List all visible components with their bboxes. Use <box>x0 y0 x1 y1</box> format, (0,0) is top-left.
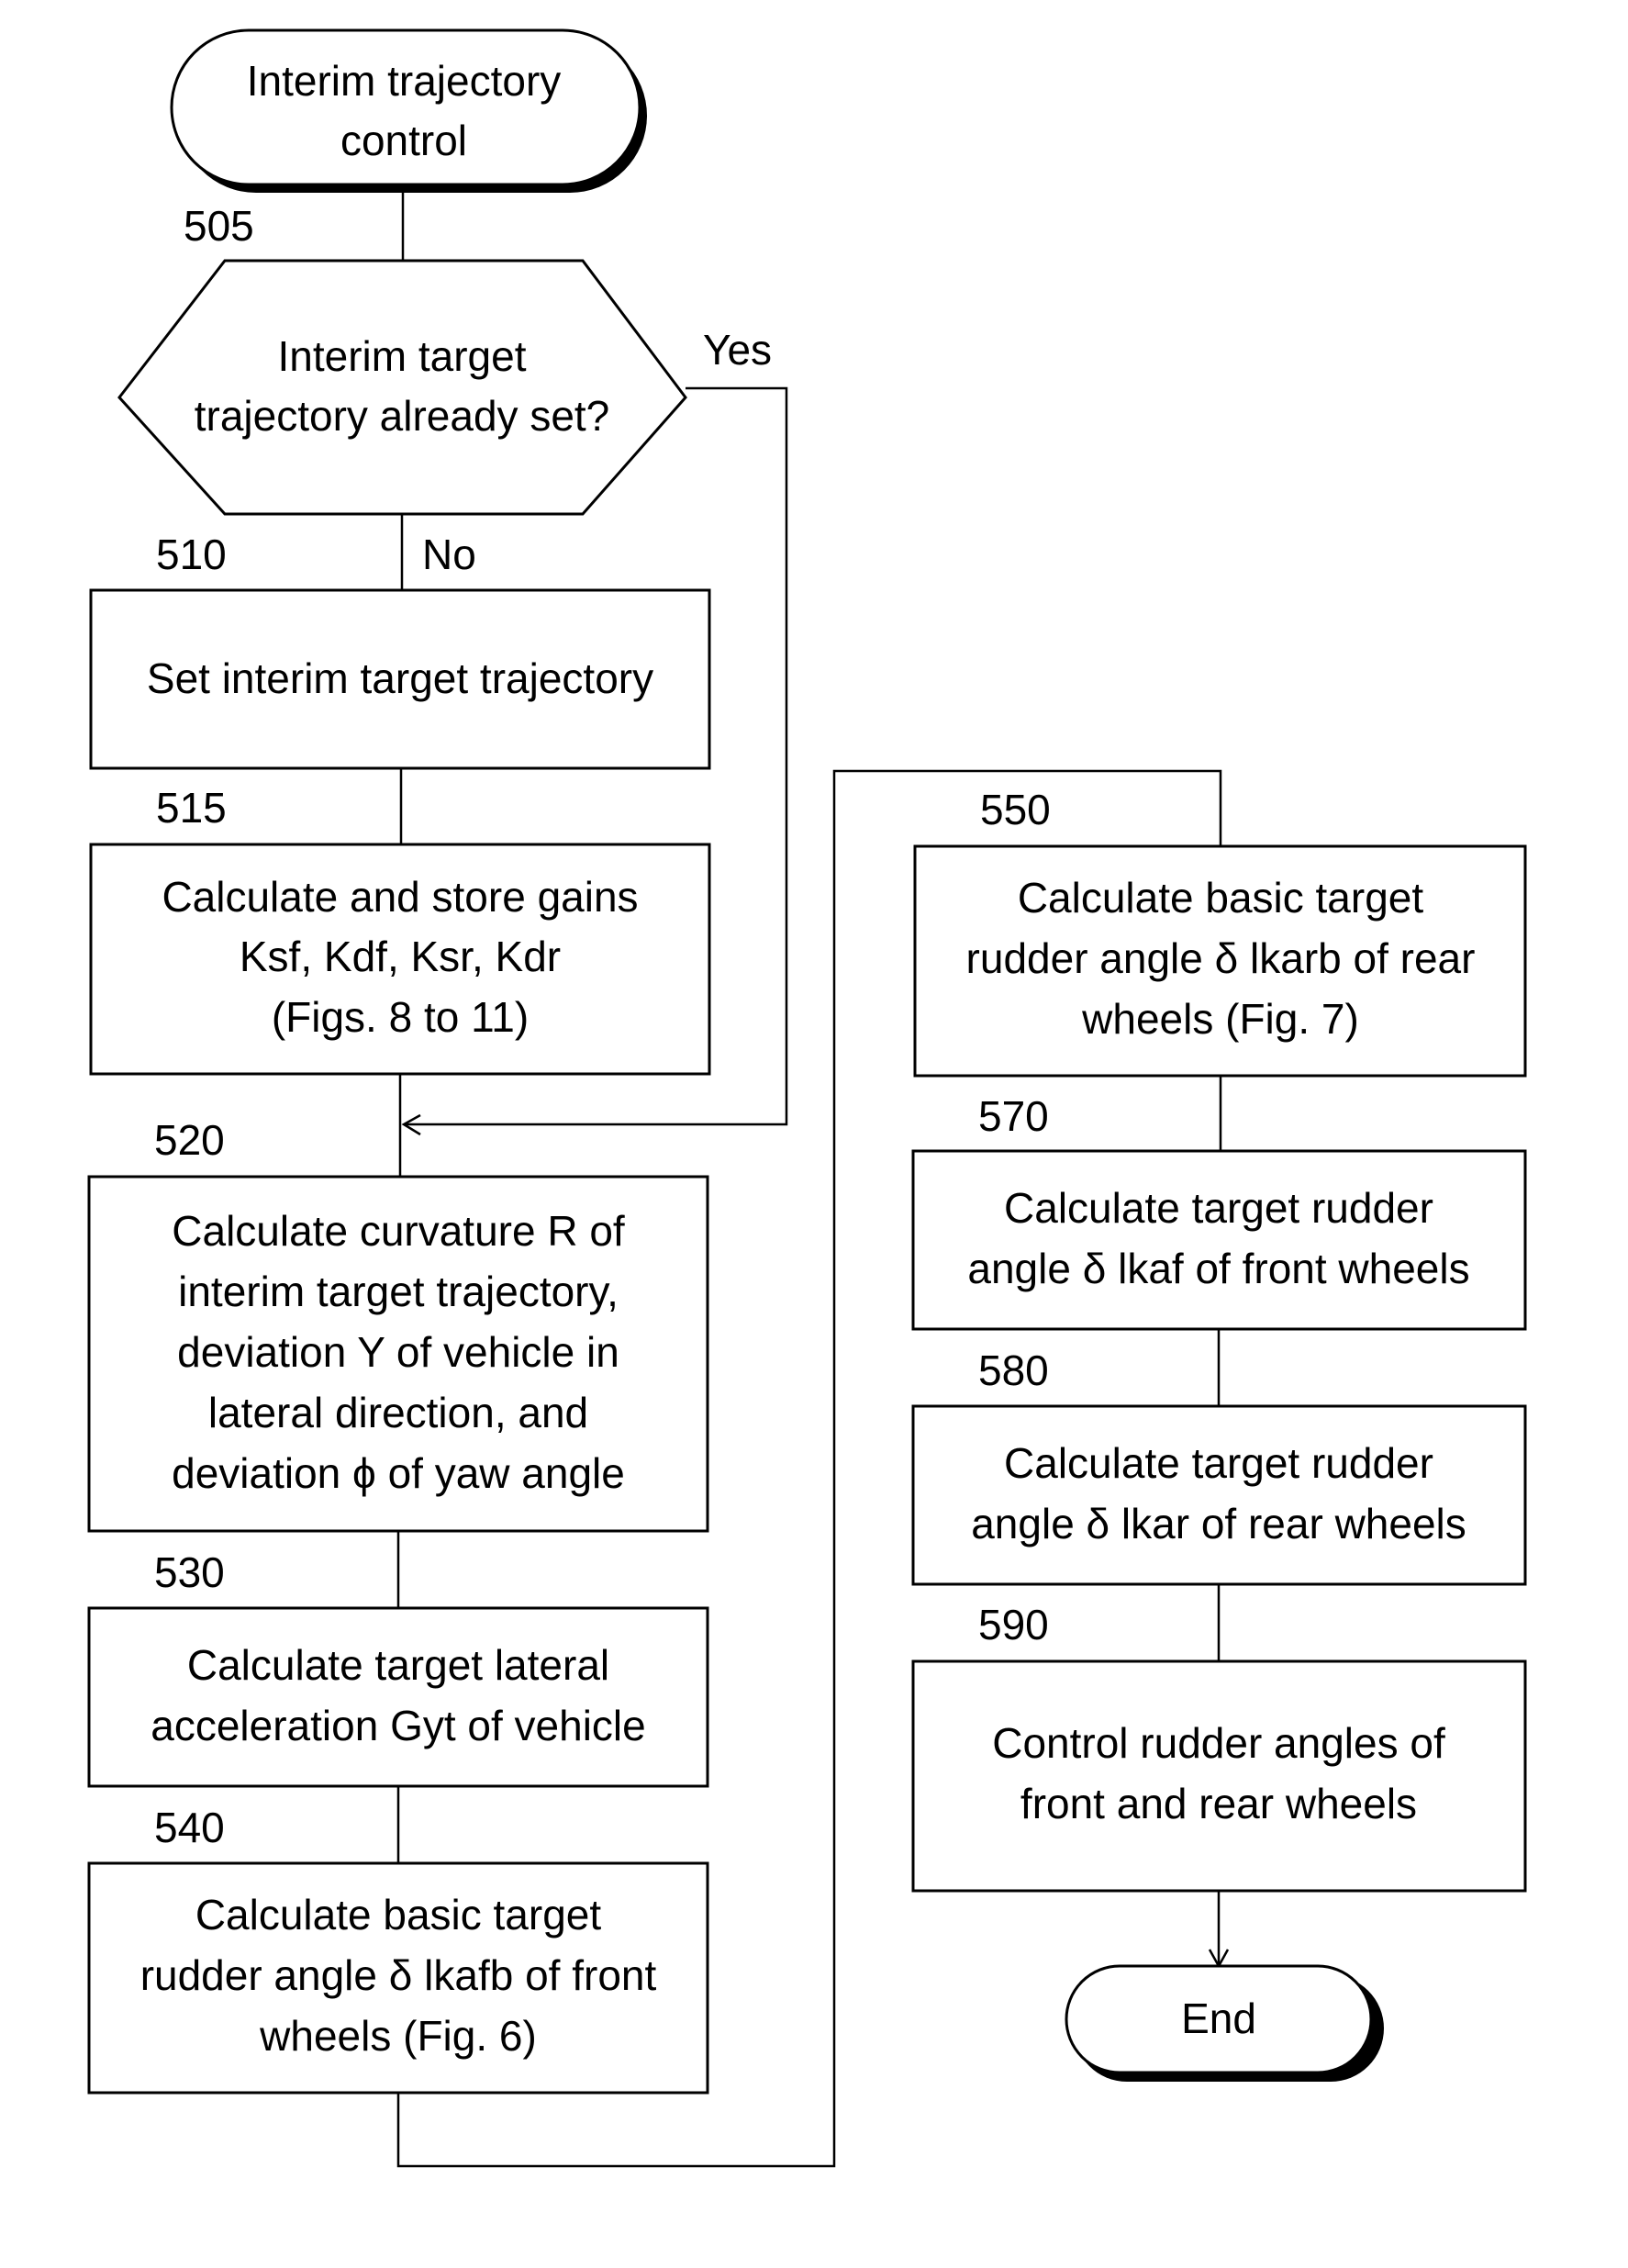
process-box-540: Calculate basic target rudder angle δ lk… <box>87 1861 709 2095</box>
process-text: deviation Y of vehicle in <box>177 1328 619 1376</box>
process-text: interim target trajectory, <box>178 1268 619 1315</box>
process-text: angle δ lkar of rear wheels <box>971 1500 1466 1547</box>
decision-line: trajectory already set? <box>195 392 610 440</box>
end-terminal: End <box>1065 1964 1384 2082</box>
process-text: Calculate target rudder <box>1004 1439 1433 1487</box>
step-number-530: 530 <box>154 1548 225 1596</box>
decision-line: Interim target <box>278 332 527 380</box>
flowchart: Interim trajectory control 505 Interim t… <box>87 28 1527 2168</box>
yes-label: Yes <box>703 326 772 374</box>
step-number-505: 505 <box>184 202 254 250</box>
step-number-520: 520 <box>154 1116 225 1164</box>
no-label: No <box>422 531 476 578</box>
step-number-550: 550 <box>980 786 1051 833</box>
process-text: Calculate and store gains <box>162 873 638 921</box>
process-box-550: Calculate basic target rudder angle δ lk… <box>913 844 1527 1078</box>
process-text: Calculate basic target <box>195 1891 602 1938</box>
start-terminal: Interim trajectory control <box>170 28 647 193</box>
process-box-520: Calculate curvature R of interim target … <box>87 1175 709 1533</box>
process-text: front and rear wheels <box>1020 1780 1417 1827</box>
process-box-570: Calculate target rudder angle δ lkaf of … <box>911 1149 1527 1331</box>
step-number-580: 580 <box>978 1346 1049 1394</box>
process-text: rudder angle δ lkarb of rear <box>966 934 1476 982</box>
process-text: Calculate curvature R of <box>172 1207 625 1255</box>
process-text: (Figs. 8 to 11) <box>272 993 529 1041</box>
process-box-510: Set interim target trajectory <box>89 588 711 770</box>
process-text: deviation ϕ of yaw angle <box>172 1449 625 1497</box>
step-number-570: 570 <box>978 1092 1049 1140</box>
step-number-540: 540 <box>154 1804 225 1851</box>
process-text: Control rudder angles of <box>992 1719 1445 1767</box>
step-number-515: 515 <box>156 784 227 832</box>
process-text: Ksf, Kdf, Ksr, Kdr <box>240 933 561 980</box>
process-text: wheels (Fig. 6) <box>259 2012 537 2060</box>
start-terminal-line: Interim trajectory <box>247 57 562 105</box>
start-terminal-line: control <box>340 117 467 164</box>
step-number-590: 590 <box>978 1601 1049 1648</box>
process-text: rudder angle δ lkafb of front <box>140 1951 657 1999</box>
end-terminal-text: End <box>1181 1994 1256 2042</box>
process-text: acceleration Gyt of vehicle <box>151 1702 646 1749</box>
process-text: wheels (Fig. 7) <box>1081 995 1359 1043</box>
process-text: angle δ lkaf of front wheels <box>967 1245 1469 1292</box>
process-box-530: Calculate target lateral acceleration Gy… <box>87 1606 709 1788</box>
decision-hexagon: Interim target trajectory already set? <box>117 259 687 516</box>
process-text: Calculate target rudder <box>1004 1184 1433 1232</box>
process-box-515: Calculate and store gains Ksf, Kdf, Ksr,… <box>89 843 711 1076</box>
process-box-590: Control rudder angles of front and rear … <box>911 1659 1527 1893</box>
process-box-580: Calculate target rudder angle δ lkar of … <box>911 1404 1527 1586</box>
process-text: Calculate basic target <box>1018 874 1424 922</box>
process-text: Set interim target trajectory <box>147 654 653 702</box>
process-text: lateral direction, and <box>208 1389 588 1436</box>
process-text: Calculate target lateral <box>187 1641 609 1689</box>
step-number-510: 510 <box>156 531 227 578</box>
